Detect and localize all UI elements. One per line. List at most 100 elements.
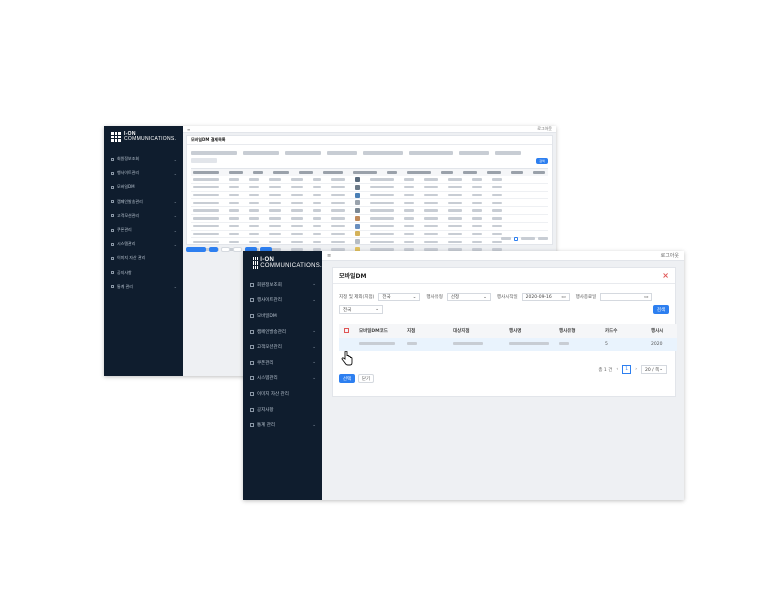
front-logo: I-ON COMMUNICATIONS. <box>243 251 322 269</box>
page-1-button[interactable]: 1 <box>622 365 632 374</box>
back-search-button[interactable]: 검색 <box>536 158 548 164</box>
sidebar-item[interactable]: 캠페인발송관리 ⌄ <box>243 324 322 340</box>
sidebar-item[interactable]: 모바일DM <box>104 180 183 194</box>
sidebar-item[interactable]: 시스템관리 ⌄ <box>243 371 322 387</box>
chevron-down-icon: ⌄ <box>659 367 664 372</box>
end-date-input[interactable]: ▭ <box>600 293 653 301</box>
table-row[interactable] <box>191 215 548 223</box>
sidebar-item[interactable]: 회원정보조회 ⌄ <box>104 152 183 166</box>
chevron-down-icon: ⌄ <box>173 241 177 247</box>
select-all-checkbox[interactable] <box>339 324 359 338</box>
sidebar-item[interactable]: 고객모션관리 ⌄ <box>243 339 322 355</box>
sidebar-item[interactable]: 고객모션관리 ⌄ <box>104 209 183 223</box>
next-page-button[interactable]: › <box>635 367 637 372</box>
logo-text-line2: COMMUNICATIONS. <box>260 263 322 269</box>
menu-square-icon <box>111 185 114 189</box>
sidebar-item-label: 공지사항 <box>117 269 132 275</box>
thumbnail-image <box>355 184 360 190</box>
sidebar-item[interactable]: 쿠폰관리 ⌄ <box>104 223 183 237</box>
sidebar-item[interactable]: 쿠폰관리 ⌄ <box>243 355 322 371</box>
menu-square-icon <box>250 407 254 412</box>
sidebar-item[interactable]: 행사이트관리 ⌄ <box>243 293 322 309</box>
table-row[interactable] <box>191 199 548 208</box>
sidebar-item[interactable]: 이미지 자산 관리 <box>104 251 183 265</box>
sidebar-item[interactable]: 모바일DM <box>243 308 322 324</box>
chevron-down-icon: ⌄ <box>173 227 177 233</box>
start-date-input[interactable]: 2020-09-16 ▭ <box>521 293 570 301</box>
col-branch: 지점 <box>407 324 453 338</box>
search-button[interactable]: 검색 <box>653 305 669 314</box>
sidebar-item[interactable]: 캠페인발송관리 ⌄ <box>104 195 183 209</box>
sidebar-item-label: 시스템관리 <box>117 241 136 247</box>
type-value: 선정 <box>450 295 460 300</box>
sidebar-item[interactable]: 공지사항 <box>243 402 322 418</box>
select-button[interactable]: 선택 <box>339 374 355 383</box>
chevron-down-icon: ⌄ <box>312 360 316 366</box>
table-row[interactable] <box>191 223 548 231</box>
back-region-select[interactable] <box>191 158 217 163</box>
sidebar-item-label: 쿠폰관리 <box>117 227 132 233</box>
sidebar-item[interactable]: 회원정보조회 ⌄ <box>243 277 322 293</box>
chevron-down-icon: ⌄ <box>312 297 316 303</box>
sidebar-item[interactable]: 행사이트관리 ⌄ <box>104 166 183 180</box>
chevron-down-icon: ⌄ <box>312 329 316 335</box>
back-sidebar: I-ON COMMUNICATIONS. 회원정보조회 ⌄ 행사이트관리 ⌄ 모바일DM… <box>104 126 183 376</box>
thumbnail-image <box>355 192 360 198</box>
thumbnail-image <box>355 176 360 182</box>
menu-square-icon <box>250 329 254 334</box>
sidebar-item[interactable]: 통계 관리 ⌄ <box>104 280 183 294</box>
back-action-button-4[interactable] <box>233 247 242 252</box>
thumbnail-image <box>355 215 360 221</box>
menu-square-icon <box>111 214 114 218</box>
sidebar-item-label: 회원정보조회 <box>257 282 282 288</box>
sidebar-item[interactable]: 시스템관리 ⌄ <box>104 237 183 251</box>
type-select[interactable]: 선정 ⌄ <box>446 293 491 301</box>
menu-square-icon <box>111 228 114 232</box>
chevron-down-icon: ⌄ <box>173 284 177 290</box>
sidebar-item[interactable]: 이미지 자산 관리 <box>243 386 322 402</box>
back-action-button-1[interactable] <box>186 247 206 252</box>
close-icon[interactable]: × <box>662 271 669 280</box>
table-row[interactable]: 5 2020 <box>339 338 677 351</box>
front-window: I-ON COMMUNICATIONS. 회원정보조회 ⌄ 행사이트관리 ⌄ 모바일DM… <box>243 251 684 500</box>
page-size-select[interactable]: 20 / 쪽 ⌄ <box>641 365 667 374</box>
chevron-down-icon: ⌄ <box>173 156 177 162</box>
prev-page-button[interactable]: ‹ <box>616 367 618 372</box>
back-panel-title-text: 모바일DM 결제목록 <box>191 137 226 142</box>
logout-link[interactable]: 로그아웃 <box>661 252 679 259</box>
sidebar-item-label: 캠페인발송관리 <box>117 198 143 204</box>
table-row[interactable] <box>191 238 548 247</box>
back-action-button-2[interactable] <box>209 247 218 252</box>
menu-square-icon <box>250 360 254 365</box>
menu-toggle-icon[interactable]: ≡ <box>327 253 331 259</box>
table-row[interactable] <box>191 207 548 215</box>
table-row[interactable] <box>191 192 548 200</box>
menu-square-icon <box>250 423 254 428</box>
row-checkbox[interactable] <box>339 338 359 351</box>
front-panel: 모바일DM × 지정 및 제외(지점) 전국 ⌄ 행사유형 선정 ⌄ 행사시작일… <box>332 267 677 397</box>
sidebar-item-label: 이미지 자산 관리 <box>257 391 289 397</box>
cell-target-branch <box>453 338 509 351</box>
back-action-button-3[interactable] <box>221 247 230 252</box>
table-row[interactable] <box>191 176 548 184</box>
sidebar-item-label: 행사이트관리 <box>257 298 282 304</box>
menu-square-icon <box>250 282 254 287</box>
table-row[interactable] <box>191 184 548 192</box>
sidebar-item[interactable]: 공지사항 <box>104 266 183 280</box>
menu-toggle-icon[interactable]: ≡ <box>187 127 190 132</box>
sidebar-item[interactable]: 통계 관리 ⌄ <box>243 417 322 433</box>
chevron-down-icon: ⌄ <box>412 294 417 300</box>
table-row[interactable] <box>191 231 548 239</box>
close-button[interactable]: 닫기 <box>358 374 374 383</box>
region-select[interactable]: 전국 ⌄ <box>339 305 383 314</box>
chevron-down-icon: ⌄ <box>483 294 487 300</box>
chevron-down-icon: ⌄ <box>312 422 316 428</box>
chevron-down-icon: ⌄ <box>312 282 316 288</box>
filter-row-2: 전국 ⌄ 검색 <box>333 305 675 314</box>
target-select[interactable]: 전국 ⌄ <box>378 293 421 301</box>
logo-mark-icon <box>111 132 121 142</box>
sidebar-item-label: 통계 관리 <box>117 283 133 289</box>
logout-link[interactable]: 로그아웃 <box>537 126 552 132</box>
chevron-down-icon: ⌄ <box>173 213 177 219</box>
sidebar-item-label: 모바일DM <box>257 313 277 319</box>
